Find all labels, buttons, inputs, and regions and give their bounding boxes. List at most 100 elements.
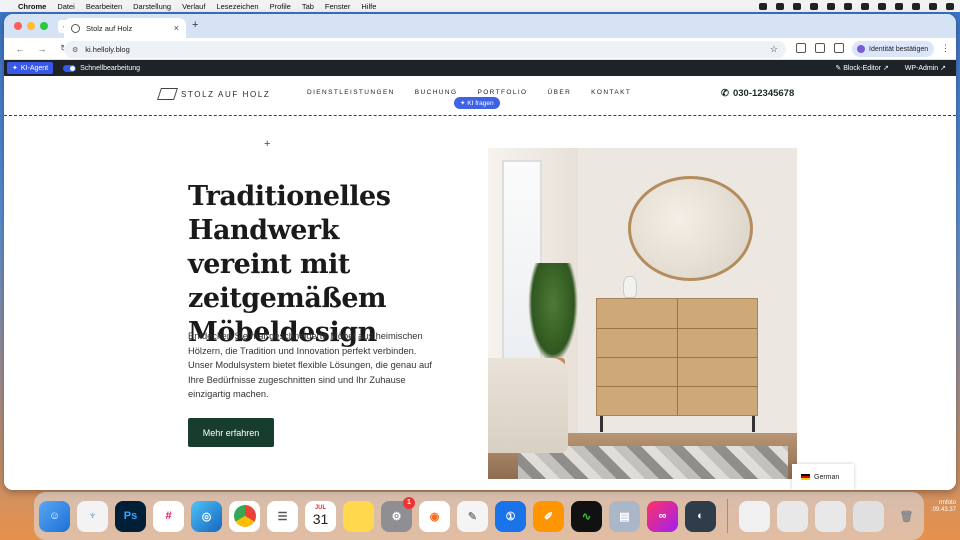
- menu-fenster[interactable]: Fenster: [325, 2, 350, 11]
- quick-edit-label: Schnellbearbeitung: [80, 64, 141, 72]
- menu-hilfe[interactable]: Hilfe: [361, 2, 376, 11]
- system-settings-icon[interactable]: ⚙ 1: [381, 496, 415, 532]
- site-header: STOLZ AUF HOLZ DIENSTLEISTUNGEN BUCHUNG …: [4, 76, 956, 115]
- site-logo[interactable]: STOLZ AUF HOLZ: [157, 88, 271, 100]
- cloud-icon[interactable]: [810, 2, 818, 10]
- close-window-button[interactable]: [14, 22, 22, 30]
- pages-icon[interactable]: ✐: [533, 500, 564, 532]
- toggle-switch[interactable]: [63, 64, 77, 72]
- menu-profile[interactable]: Profile: [270, 2, 291, 11]
- address-bar[interactable]: ⚙ ki.helloly.blog ☆: [64, 41, 786, 58]
- menu-verlauf[interactable]: Verlauf: [182, 2, 205, 11]
- chrome-icon[interactable]: [229, 500, 260, 532]
- app-icon[interactable]: ♆: [77, 500, 108, 532]
- nav-dienstleistungen[interactable]: DIENSTLEISTUNGEN: [307, 89, 395, 96]
- menu-darstellung[interactable]: Darstellung: [133, 2, 171, 11]
- ki-agent-label: KI-Agent: [20, 64, 49, 72]
- preview-icon[interactable]: ▤: [609, 500, 640, 532]
- password-manager-icon[interactable]: ①: [495, 500, 526, 532]
- wifi-icon[interactable]: [912, 2, 920, 10]
- finder-icon[interactable]: ☺: [39, 500, 70, 532]
- bookmark-star-icon[interactable]: ☆: [770, 44, 778, 55]
- new-tab-button[interactable]: +: [192, 19, 198, 31]
- sparkle-icon: ✦: [460, 100, 466, 107]
- bluetooth-icon[interactable]: [861, 2, 869, 10]
- extension-icon[interactable]: [815, 43, 825, 53]
- play-icon[interactable]: [878, 2, 886, 10]
- vpn-app-icon[interactable]: ◉: [419, 500, 450, 532]
- puzzle-icon[interactable]: [834, 43, 844, 53]
- header-divider: [4, 115, 956, 116]
- ki-fragen-label: KI fragen: [467, 100, 494, 107]
- phone-link[interactable]: ✆ 030-12345678: [721, 88, 794, 99]
- menu-tab[interactable]: Tab: [302, 2, 314, 11]
- url-text: ki.helloly.blog: [85, 45, 130, 54]
- ki-agent-button[interactable]: ✦ KI-Agent: [7, 62, 54, 74]
- hero-headline: Traditionelles Handwerk vereint mit zeit…: [188, 181, 391, 348]
- language-switcher[interactable]: German: [792, 464, 854, 490]
- reminders-icon[interactable]: ☰: [267, 500, 298, 532]
- tab-bar: ⌄ Stolz auf Holz × +: [4, 14, 956, 38]
- minimize-window-button[interactable]: [27, 22, 35, 30]
- status-icon[interactable]: [776, 2, 784, 10]
- site-info-icon[interactable]: ⚙: [72, 46, 78, 54]
- github-icon[interactable]: [793, 2, 801, 10]
- downloads-stack-icon[interactable]: [777, 500, 808, 532]
- desktop-file-label[interactable]: rmfoto .09.43.37: [931, 500, 956, 514]
- menu-app-name[interactable]: Chrome: [18, 2, 46, 11]
- menu-bearbeiten[interactable]: Bearbeiten: [86, 2, 122, 11]
- keyboard-icon[interactable]: [895, 2, 903, 10]
- block-editor-link[interactable]: ✎ Block-Editor ↗: [835, 64, 888, 72]
- nav-buchung[interactable]: BUCHUNG: [415, 89, 458, 96]
- search-icon[interactable]: [929, 2, 937, 10]
- trash-icon[interactable]: 🗑: [891, 501, 922, 532]
- phone-number: 030-12345678: [732, 88, 795, 99]
- menu-kebab-icon[interactable]: ⋮: [941, 43, 950, 54]
- add-block-icon[interactable]: +: [264, 138, 270, 150]
- volume-icon[interactable]: [844, 2, 852, 10]
- activity-monitor-icon[interactable]: ∿: [571, 500, 602, 532]
- creative-cloud-icon[interactable]: ∞: [647, 500, 678, 532]
- photoshop-icon[interactable]: Ps: [115, 500, 146, 532]
- document-icon[interactable]: [739, 500, 770, 532]
- image-dresser: [596, 298, 758, 416]
- hero-paragraph: Entdecken Sie maßgeschneiderte Möbel aus…: [188, 331, 432, 400]
- tab-close-icon[interactable]: ×: [174, 23, 179, 33]
- forward-button[interactable]: →: [36, 44, 48, 54]
- identity-label: Identität bestätigen: [869, 45, 929, 53]
- logo-text: STOLZ AUF HOLZ: [181, 89, 271, 99]
- calendar-day: 31: [312, 511, 329, 527]
- wp-admin-bar: ✦ KI-Agent Schnellbearbeitung ✎ Block-Ed…: [4, 60, 956, 76]
- menu-lesezeichen[interactable]: Lesezeichen: [216, 2, 258, 11]
- image-mirror: [628, 176, 753, 281]
- status-icons: [759, 0, 954, 12]
- wp-admin-label: WP-Admin: [904, 65, 939, 72]
- browser-tab[interactable]: Stolz auf Holz ×: [64, 18, 186, 38]
- wp-admin-link[interactable]: WP-Admin ↗: [905, 64, 946, 72]
- notes-icon[interactable]: [343, 500, 374, 532]
- quicktime-icon[interactable]: ◐: [685, 500, 716, 532]
- stack-icon[interactable]: [853, 500, 884, 532]
- ki-fragen-button[interactable]: ✦ KI fragen: [454, 97, 500, 109]
- zoom-window-button[interactable]: [40, 22, 48, 30]
- control-center-icon[interactable]: [946, 2, 954, 10]
- main-nav: DIENSTLEISTUNGEN BUCHUNG PORTFOLIO ÜBER …: [307, 89, 631, 96]
- nav-kontakt[interactable]: KONTAKT: [591, 89, 631, 96]
- textedit-icon[interactable]: ✎: [457, 500, 488, 532]
- safari-icon[interactable]: ◎: [191, 500, 222, 532]
- identity-button[interactable]: Identität bestätigen: [852, 41, 934, 57]
- documents-stack-icon[interactable]: [815, 500, 846, 532]
- image-plant: [528, 263, 578, 363]
- back-button[interactable]: ←: [14, 44, 26, 54]
- calendar-icon[interactable]: JUL 31: [305, 500, 336, 532]
- menu-datei[interactable]: Datei: [57, 2, 75, 11]
- nav-ueber[interactable]: ÜBER: [548, 89, 572, 96]
- slack-icon[interactable]: #: [153, 500, 184, 532]
- language-label: German: [814, 473, 840, 481]
- shield-icon[interactable]: [827, 2, 835, 10]
- record-icon[interactable]: [759, 2, 767, 10]
- nav-portfolio[interactable]: PORTFOLIO: [477, 89, 527, 96]
- mehr-erfahren-button[interactable]: Mehr erfahren: [188, 418, 274, 447]
- extension-icon[interactable]: [796, 43, 806, 53]
- quick-edit-toggle[interactable]: Schnellbearbeitung: [63, 64, 141, 72]
